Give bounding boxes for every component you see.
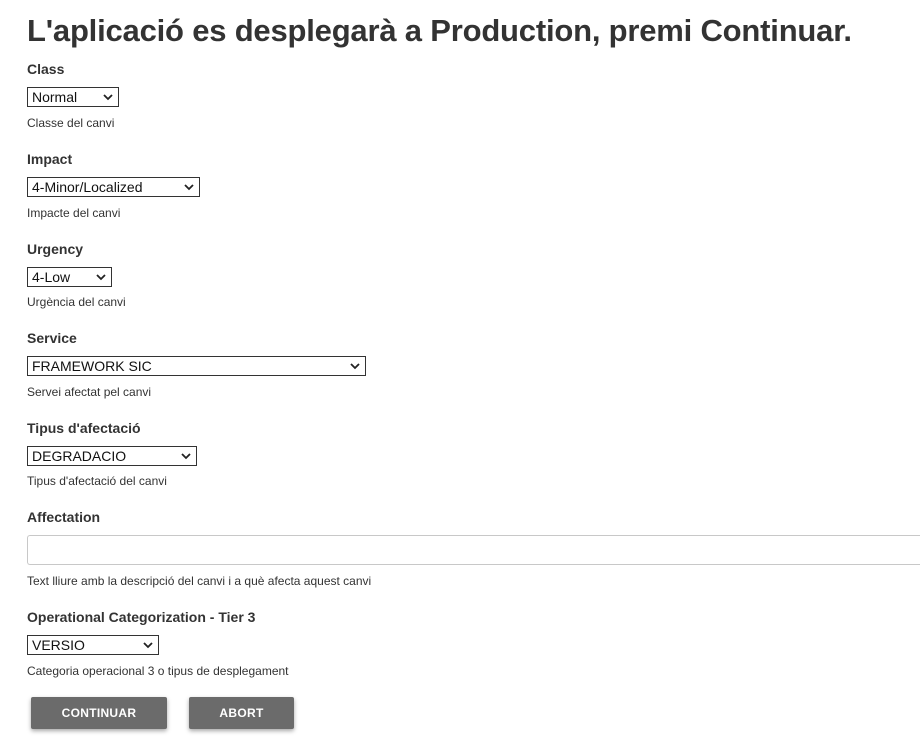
affectation-input[interactable] bbox=[27, 535, 920, 565]
tipus-afectacio-select-value: DEGRADACIO bbox=[32, 448, 127, 464]
class-label: Class bbox=[27, 61, 65, 77]
urgency-help: Urgència del canvi bbox=[27, 295, 126, 309]
class-field: Class bbox=[27, 61, 64, 78]
class-help: Classe del canvi bbox=[27, 116, 115, 130]
service-help: Servei afectat pel canvi bbox=[27, 385, 152, 399]
page-title: L'aplicació es desplegarà a Production, … bbox=[27, 13, 852, 48]
chevron-down-icon bbox=[350, 363, 360, 370]
service-select[interactable]: FRAMEWORK SIC bbox=[27, 356, 366, 376]
tier3-select[interactable]: VERSIO bbox=[27, 635, 159, 655]
continue-button[interactable]: CONTINUAR bbox=[31, 697, 167, 729]
chevron-down-icon bbox=[103, 94, 113, 101]
class-select-value: Normal bbox=[32, 89, 78, 105]
service-label: Service bbox=[27, 330, 77, 346]
impact-field: Impact bbox=[27, 151, 72, 168]
service-select-value: FRAMEWORK SIC bbox=[32, 358, 152, 374]
chevron-down-icon bbox=[96, 274, 106, 281]
urgency-label: Urgency bbox=[27, 241, 84, 257]
affectation-label: Affectation bbox=[27, 509, 101, 525]
chevron-down-icon bbox=[184, 184, 194, 191]
impact-help: Impacte del canvi bbox=[27, 206, 121, 220]
tier3-select-value: VERSIO bbox=[32, 637, 85, 653]
service-field: Service bbox=[27, 330, 77, 347]
tipus-afectacio-label: Tipus d'afectació bbox=[27, 420, 141, 436]
tipus-afectacio-field: Tipus d'afectació bbox=[27, 420, 141, 437]
impact-select[interactable]: 4-Minor/Localized bbox=[27, 177, 200, 197]
tipus-afectacio-select[interactable]: DEGRADACIO bbox=[27, 446, 197, 466]
tipus-afectacio-help: Tipus d'afectació del canvi bbox=[27, 474, 167, 488]
class-select[interactable]: Normal bbox=[27, 87, 119, 107]
tier3-label: Operational Categorization - Tier 3 bbox=[27, 609, 256, 625]
impact-select-value: 4-Minor/Localized bbox=[32, 179, 143, 195]
urgency-select-value: 4-Low bbox=[32, 269, 71, 285]
urgency-select[interactable]: 4-Low bbox=[27, 267, 112, 287]
tier3-help: Categoria operacional 3 o tipus de despl… bbox=[27, 664, 289, 678]
tier3-field: Operational Categorization - Tier 3 bbox=[27, 609, 255, 626]
affectation-help: Text lliure amb la descripció del canvi … bbox=[27, 574, 372, 588]
abort-button[interactable]: ABORT bbox=[189, 697, 294, 729]
urgency-field: Urgency bbox=[27, 241, 83, 258]
affectation-field: Affectation bbox=[27, 509, 100, 526]
chevron-down-icon bbox=[181, 453, 191, 460]
chevron-down-icon bbox=[143, 642, 153, 649]
impact-label: Impact bbox=[27, 151, 73, 167]
